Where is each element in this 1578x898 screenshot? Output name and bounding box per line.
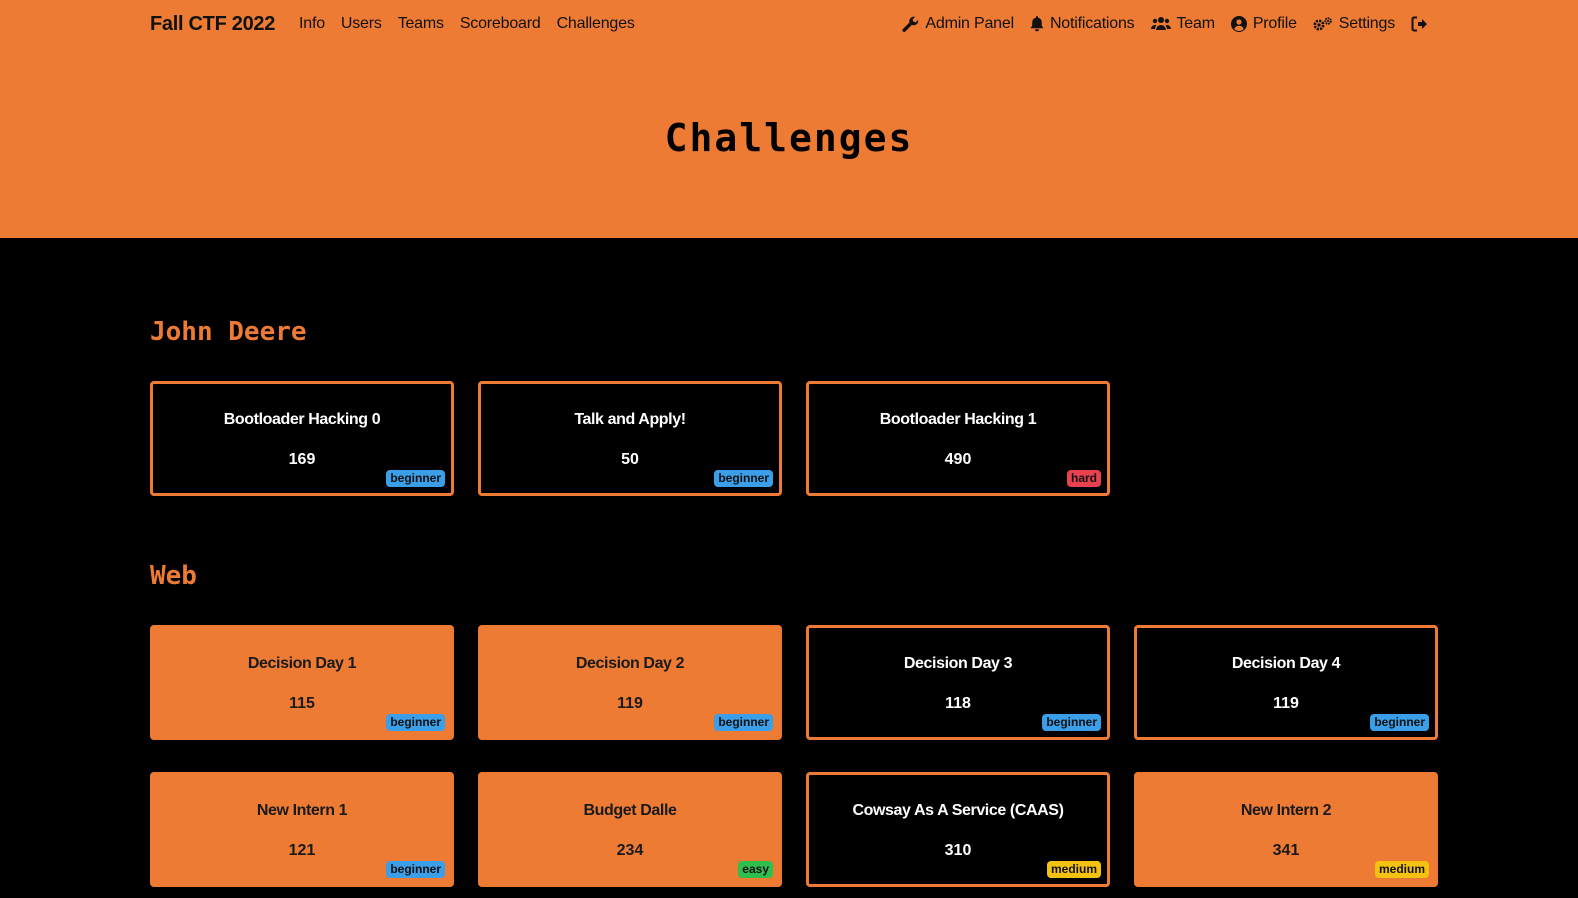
nav-link-users[interactable]: Users xyxy=(341,15,382,33)
challenge-value: 234 xyxy=(616,842,644,859)
nav-link-info[interactable]: Info xyxy=(299,15,325,33)
challenge-name: Talk and Apply! xyxy=(574,411,686,428)
nav-link-label: Profile xyxy=(1252,15,1297,32)
difficulty-badge: beginner xyxy=(1042,714,1101,731)
challenge-value: 119 xyxy=(617,695,643,712)
nav-link-label: Settings xyxy=(1338,15,1395,32)
category-title: Web xyxy=(150,561,197,591)
logout-icon xyxy=(1411,16,1428,32)
challenge-name: Decision Day 2 xyxy=(575,655,685,672)
nav-link-profile[interactable]: Profile xyxy=(1230,15,1297,33)
challenge-card[interactable]: Budget Dalle 234 easy xyxy=(478,772,782,887)
challenge-card[interactable]: Cowsay As A Service (CAAS) 310 medium xyxy=(806,772,1110,887)
nav-link-settings[interactable]: Settings xyxy=(1313,15,1395,33)
nav-link-label: Team xyxy=(1176,15,1216,32)
user-circle-icon xyxy=(1230,16,1247,32)
nav-link-notifications[interactable]: Notifications xyxy=(1030,15,1135,33)
challenge-value: 115 xyxy=(289,695,315,712)
challenge-value: 490 xyxy=(944,451,972,468)
nav-link-label: Notifications xyxy=(1049,15,1135,32)
challenge-name: Decision Day 1 xyxy=(247,655,357,672)
challenge-value: 310 xyxy=(944,842,972,859)
challenge-value: 50 xyxy=(621,451,639,468)
nav-link-teams[interactable]: Teams xyxy=(398,15,444,33)
nav-link-admin-panel[interactable]: Admin Panel xyxy=(902,15,1014,33)
challenge-name: New Intern 1 xyxy=(256,802,348,819)
challenge-name: Decision Day 3 xyxy=(903,655,1013,672)
challenge-card[interactable]: Bootloader Hacking 1 490 hard xyxy=(806,381,1110,496)
challenge-card[interactable]: Decision Day 2 119 beginner xyxy=(478,625,782,740)
challenge-name: New Intern 2 xyxy=(1240,802,1332,819)
challenge-name: Cowsay As A Service (CAAS) xyxy=(852,802,1064,819)
challenge-card[interactable]: New Intern 1 121 beginner xyxy=(150,772,454,887)
challenge-name: Bootloader Hacking 1 xyxy=(879,411,1037,428)
bell-icon xyxy=(1030,16,1044,32)
difficulty-badge: medium xyxy=(1374,861,1429,878)
category-title: John Deere xyxy=(150,317,307,347)
difficulty-badge: beginner xyxy=(386,714,445,731)
challenge-value: 121 xyxy=(288,842,316,859)
challenge-card[interactable]: Decision Day 1 115 beginner xyxy=(150,625,454,740)
challenge-value: 341 xyxy=(1272,842,1300,859)
challenge-name: Decision Day 4 xyxy=(1231,655,1341,672)
challenge-card[interactable]: Bootloader Hacking 0 169 beginner xyxy=(150,381,454,496)
nav-link-label: Admin Panel xyxy=(925,15,1014,32)
challenge-name: Bootloader Hacking 0 xyxy=(223,411,381,428)
nav-link-scoreboard[interactable]: Scoreboard xyxy=(460,15,541,33)
difficulty-badge: beginner xyxy=(1370,714,1429,731)
difficulty-badge: beginner xyxy=(714,714,773,731)
challenge-card[interactable]: New Intern 2 341 medium xyxy=(1134,772,1438,887)
challenge-card[interactable]: Decision Day 4 119 beginner xyxy=(1134,625,1438,740)
challenge-name: Budget Dalle xyxy=(583,802,677,819)
difficulty-badge: medium xyxy=(1046,861,1101,878)
nav-link-team[interactable]: Team xyxy=(1150,15,1216,33)
difficulty-badge: easy xyxy=(738,861,773,878)
gears-icon xyxy=(1313,16,1333,32)
challenge-value: 169 xyxy=(288,451,316,468)
difficulty-badge: beginner xyxy=(714,470,773,487)
difficulty-badge: beginner xyxy=(386,861,445,878)
users-icon xyxy=(1150,16,1171,32)
page-title: Challenges xyxy=(664,116,914,160)
nav-link-logout[interactable] xyxy=(1411,16,1428,32)
challenge-card[interactable]: Talk and Apply! 50 beginner xyxy=(478,381,782,496)
page-header: Challenges xyxy=(0,52,1578,238)
navbar: Fall CTF 2022 Info Users Teams Scoreboar… xyxy=(0,0,1578,52)
challenge-value: 118 xyxy=(945,695,971,712)
difficulty-badge: hard xyxy=(1066,470,1101,487)
challenge-card[interactable]: Decision Day 3 118 beginner xyxy=(806,625,1110,740)
brand-link[interactable]: Fall CTF 2022 xyxy=(150,13,275,36)
difficulty-badge: beginner xyxy=(386,470,445,487)
wrench-icon xyxy=(902,16,919,33)
nav-left: Info Users Teams Scoreboard Challenges xyxy=(299,15,635,33)
nav-right: Admin Panel Notifications Team Profile S… xyxy=(902,15,1428,33)
challenge-value: 119 xyxy=(1273,695,1299,712)
nav-link-challenges[interactable]: Challenges xyxy=(557,15,635,33)
